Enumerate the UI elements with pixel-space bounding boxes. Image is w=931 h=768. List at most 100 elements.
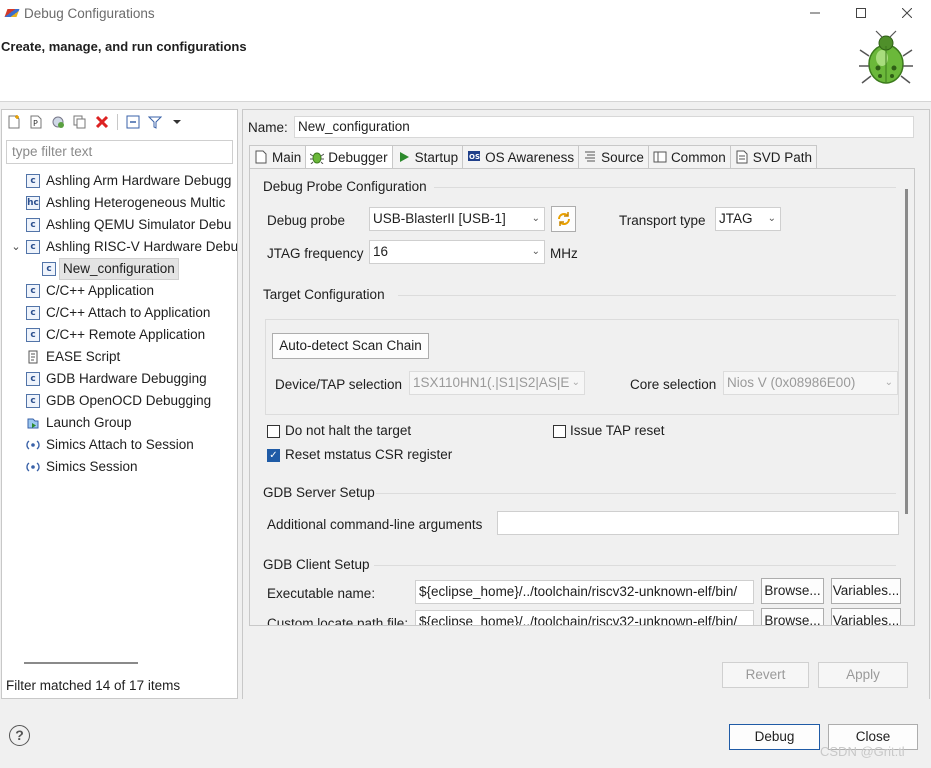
tree-item-cpp-application[interactable]: c C/C++ Application [2, 280, 237, 302]
browse-executable-button[interactable]: Browse... [761, 578, 824, 604]
tree-item-launch-group[interactable]: Launch Group [2, 412, 237, 434]
bug-tab-icon [310, 152, 325, 164]
additional-args-input[interactable] [497, 511, 899, 535]
reset-mstatus-label: Reset mstatus CSR register [285, 447, 453, 462]
tab-main[interactable]: Main [249, 145, 306, 169]
new-config-button[interactable] [5, 113, 23, 131]
transport-type-label: Transport type [619, 213, 706, 228]
tab-common[interactable]: Common [647, 145, 730, 169]
common-tab-icon [653, 151, 667, 163]
os-tab-icon: OS [468, 151, 481, 161]
chevron-down-icon[interactable]: ⌄ [10, 236, 22, 258]
tree-item-simics-attach[interactable]: Simics Attach to Session [2, 434, 237, 456]
dropdown-arrow-icon [173, 120, 181, 124]
window-title: Debug Configurations [24, 5, 155, 21]
horizontal-scrollbar[interactable] [24, 662, 138, 664]
reset-mstatus-checkbox[interactable]: ✓ [267, 449, 280, 462]
config-tabs: Main Debugger Startup OS OS Awareness So… [249, 145, 817, 169]
tree-item-ashling-riscv[interactable]: ⌄ c Ashling RISC-V Hardware Debu [2, 236, 237, 258]
c-config-icon: c [26, 394, 40, 408]
browse-custom-path-button[interactable]: Browse... [761, 608, 824, 625]
core-selection-select[interactable]: Nios V (0x08986E00) ⌄ [723, 371, 898, 395]
tab-startup[interactable]: Startup [391, 145, 463, 169]
script-icon [28, 350, 38, 364]
tab-os-awareness[interactable]: OS OS Awareness [462, 145, 579, 169]
svg-text:OS: OS [469, 153, 480, 161]
help-icon[interactable]: ? [9, 725, 30, 746]
c-config-icon: c [26, 284, 40, 298]
tree-item-cpp-remote[interactable]: c C/C++ Remote Application [2, 324, 237, 346]
apply-button[interactable]: Apply [818, 662, 908, 688]
jtag-frequency-label: JTAG frequency [267, 246, 364, 261]
filter-input[interactable]: type filter text [6, 140, 233, 164]
variables-executable-button[interactable]: Variables... [831, 578, 901, 604]
target-group-title: Target Configuration [263, 287, 385, 302]
export-config-button[interactable] [49, 113, 67, 131]
chevron-down-icon: ⌄ [531, 213, 540, 224]
issue-tap-reset-checkbox[interactable] [553, 425, 566, 438]
debug-probe-select[interactable]: USB-BlasterII [USB-1] ⌄ [369, 207, 545, 231]
delete-icon [95, 115, 109, 129]
tree-item-gdb-hardware[interactable]: c GDB Hardware Debugging [2, 368, 237, 390]
banner-title: Create, manage, and run configurations [1, 39, 247, 54]
config-tree: c Ashling Arm Hardware Debugg hc Ashling… [2, 170, 237, 478]
filter-config-button[interactable] [146, 113, 164, 131]
revert-button[interactable]: Revert [722, 662, 809, 688]
tree-item-cpp-attach[interactable]: c C/C++ Attach to Application [2, 302, 237, 324]
toolbar-separator [117, 114, 118, 130]
transport-type-select[interactable]: JTAG ⌄ [715, 207, 781, 231]
title-bar: Debug Configurations [0, 0, 931, 26]
new-prototype-button[interactable]: P [27, 113, 45, 131]
group-divider [434, 187, 896, 188]
filter-icon [148, 116, 162, 129]
tree-item-ashling-qemu[interactable]: c Ashling QEMU Simulator Debu [2, 214, 237, 236]
tree-item-simics-session[interactable]: Simics Session [2, 456, 237, 478]
tree-item-ease-script[interactable]: EASE Script [2, 346, 237, 368]
collapse-all-button[interactable] [124, 113, 142, 131]
tree-item-gdb-openocd[interactable]: c GDB OpenOCD Debugging [2, 390, 237, 412]
simics-icon [26, 462, 40, 472]
group-divider [398, 295, 896, 296]
maximize-button[interactable] [838, 0, 884, 26]
duplicate-icon [73, 115, 86, 129]
refresh-probe-button[interactable] [551, 206, 576, 232]
core-selection-label: Core selection [630, 377, 717, 392]
vertical-scrollbar[interactable] [905, 189, 908, 514]
tree-item-new-configuration[interactable]: c New_configuration [2, 258, 237, 280]
c-config-icon: c [26, 372, 40, 386]
play-tab-icon [399, 152, 409, 162]
svg-text:P: P [33, 119, 38, 128]
jtag-frequency-select[interactable]: 16 ⌄ [369, 240, 545, 264]
filter-menu-button[interactable] [168, 113, 186, 131]
new-file-icon [8, 115, 20, 129]
executable-name-label: Executable name: [267, 586, 376, 601]
duplicate-config-button[interactable] [71, 113, 89, 131]
tree-item-ashling-arm[interactable]: c Ashling Arm Hardware Debugg [2, 170, 237, 192]
tab-svd-path[interactable]: SVD Path [729, 145, 817, 169]
minimize-icon [810, 12, 820, 14]
simics-icon [26, 440, 40, 450]
delete-config-button[interactable] [93, 113, 111, 131]
device-tap-select[interactable]: 1SX110HN1(.|S1|S2|AS|E ⌄ [409, 371, 585, 395]
c-config-icon: c [26, 328, 40, 342]
variables-custom-path-button[interactable]: Variables... [831, 608, 901, 625]
debug-probe-label: Debug probe [267, 213, 346, 228]
tab-debugger[interactable]: Debugger [305, 145, 392, 169]
auto-detect-scan-chain-button[interactable]: Auto-detect Scan Chain [272, 333, 429, 359]
issue-tap-reset-label: Issue TAP reset [570, 423, 665, 438]
debug-button[interactable]: Debug [729, 724, 820, 750]
tab-source[interactable]: Source [578, 145, 648, 169]
filter-status-text: Filter matched 14 of 17 items [6, 678, 181, 693]
close-window-button[interactable] [884, 0, 930, 26]
chevron-down-icon: ⌄ [531, 246, 540, 257]
tree-item-ashling-heterogeneous[interactable]: hc Ashling Heterogeneous Multic [2, 192, 237, 214]
c-config-icon: c [26, 174, 40, 188]
do-not-halt-checkbox[interactable] [267, 425, 280, 438]
c-config-icon: c [26, 218, 40, 232]
svd-tab-icon [736, 150, 748, 164]
config-name-input[interactable]: New_configuration [294, 116, 914, 138]
chevron-down-icon: ⌄ [767, 213, 776, 224]
minimize-button[interactable] [792, 0, 838, 26]
executable-name-input[interactable]: ${eclipse_home}/../toolchain/riscv32-unk… [415, 580, 754, 604]
custom-path-input[interactable]: ${eclipse_home}/../toolchain/riscv32-unk… [415, 610, 754, 625]
